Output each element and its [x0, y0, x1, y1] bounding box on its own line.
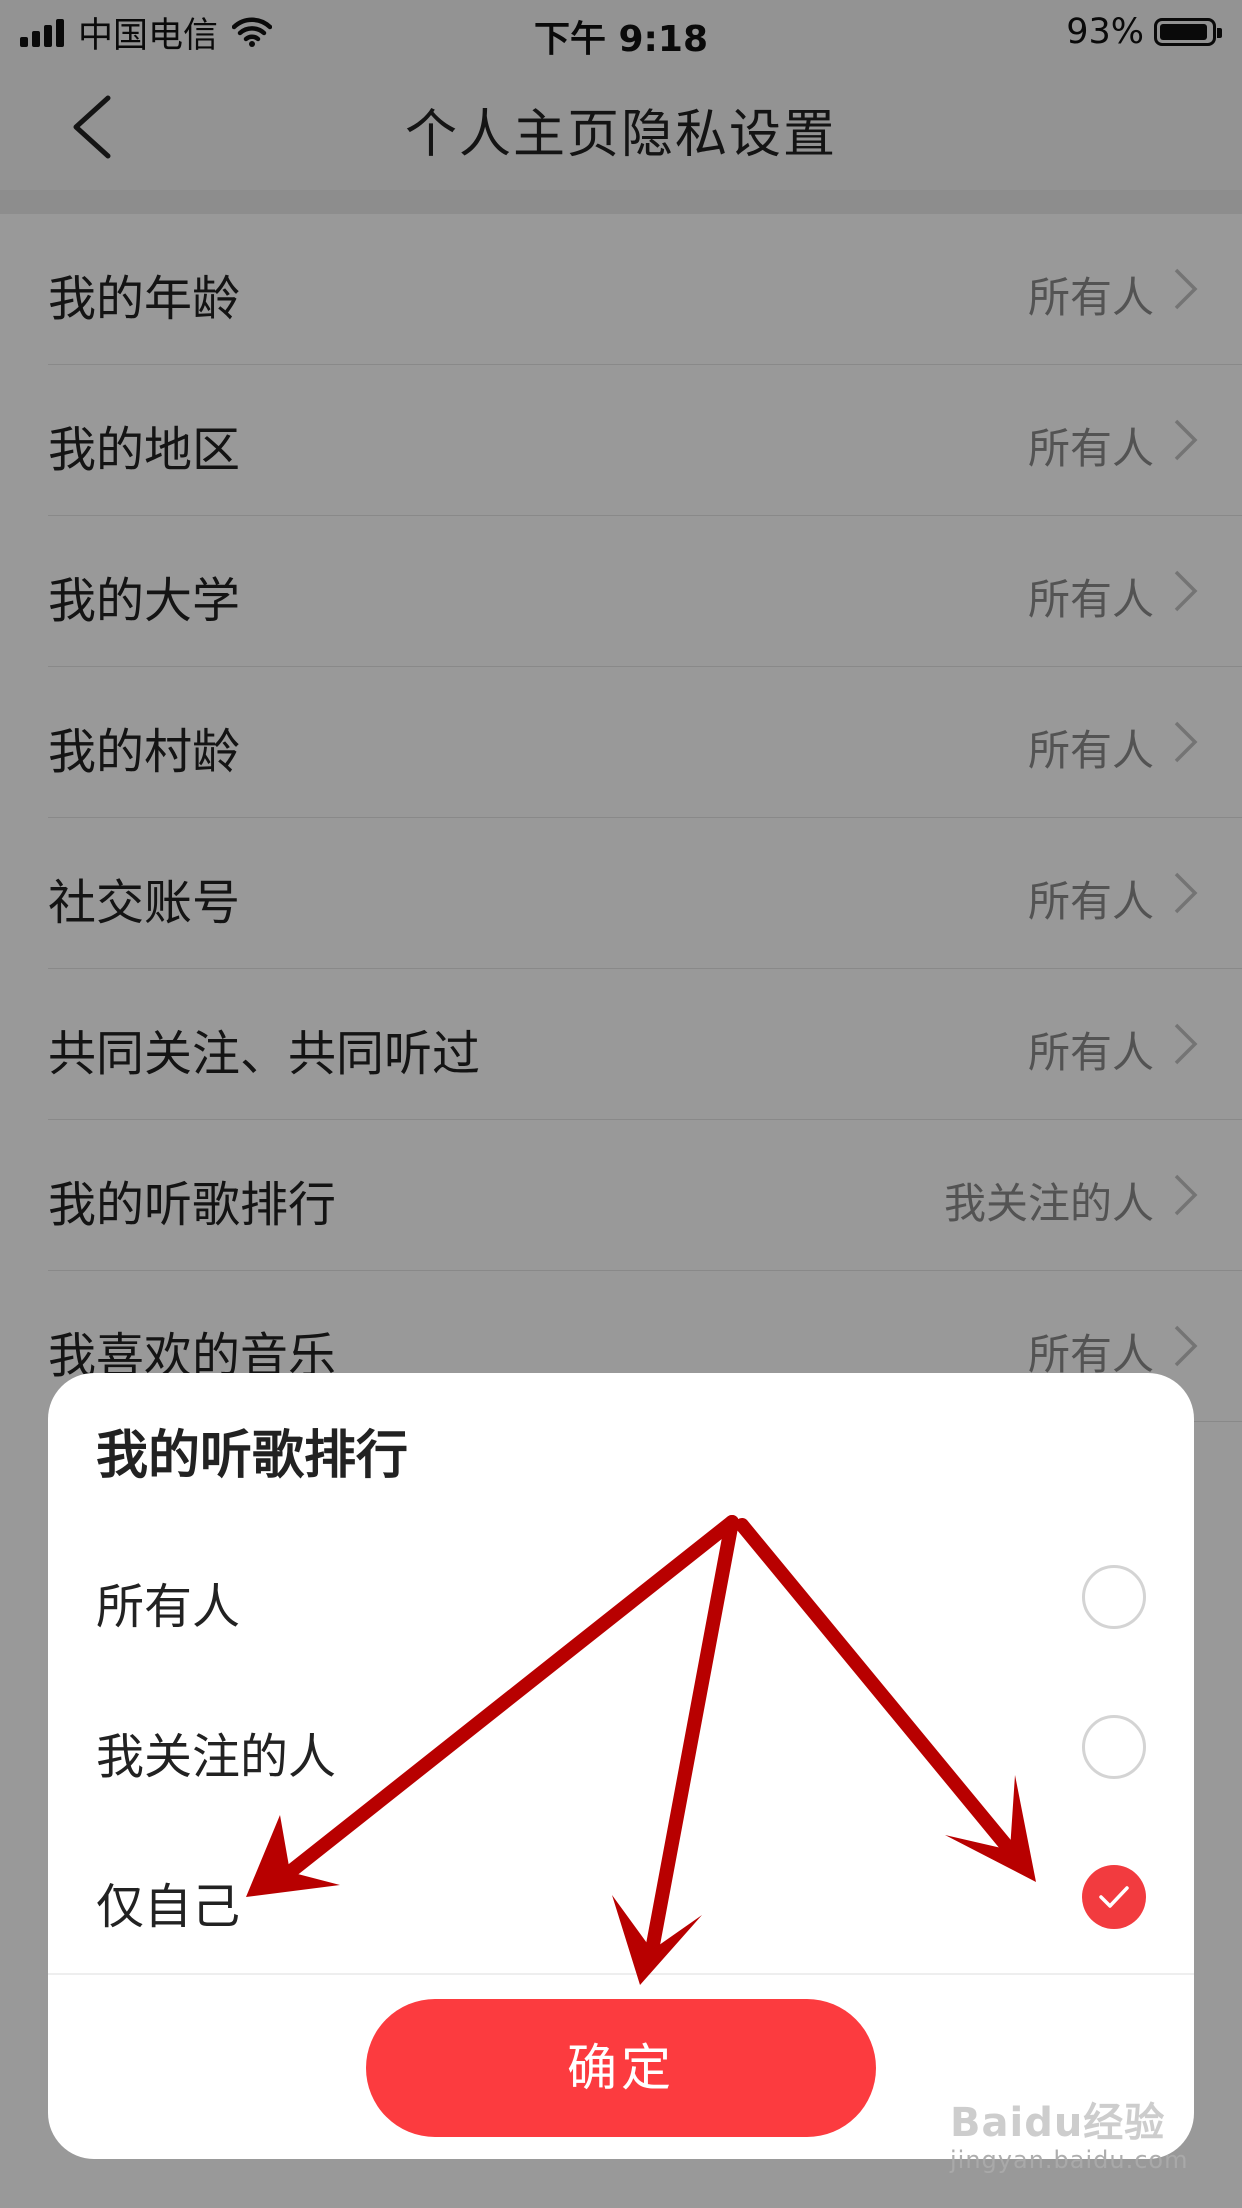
radio-unchecked-icon[interactable] [1082, 1565, 1146, 1629]
option-only-me[interactable]: 仅自己 [48, 1823, 1194, 1973]
watermark-url: jingyan.baidu.com [950, 2146, 1189, 2174]
option-label: 所有人 [96, 1579, 241, 1635]
option-everyone[interactable]: 所有人 [48, 1523, 1194, 1673]
radio-unchecked-icon[interactable] [1082, 1715, 1146, 1779]
confirm-button[interactable]: 确定 [366, 1999, 876, 2137]
radio-checked-icon[interactable] [1082, 1865, 1146, 1929]
sheet-divider [48, 1973, 1194, 1975]
privacy-option-sheet: 我的听歌排行 所有人 我关注的人 仅自己 确定 [48, 1373, 1194, 2159]
option-label: 仅自己 [96, 1879, 241, 1935]
watermark-brand: Baidu经验 [950, 2100, 1166, 2146]
checkmark-icon [1099, 1886, 1129, 1908]
sheet-title: 我的听歌排行 [96, 1426, 409, 1486]
baidu-watermark: Baidu经验 jingyan.baidu.com [950, 2090, 1188, 2174]
option-label: 我关注的人 [96, 1729, 337, 1785]
option-following[interactable]: 我关注的人 [48, 1673, 1194, 1823]
